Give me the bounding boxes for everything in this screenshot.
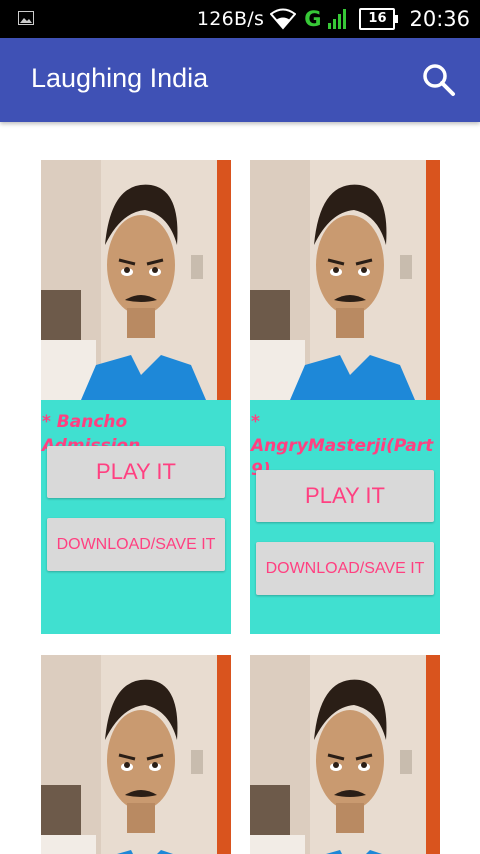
download-button[interactable]: DOWNLOAD/SAVE IT <box>47 518 225 571</box>
video-card <box>41 655 231 854</box>
play-button[interactable]: PLAY IT <box>47 446 225 498</box>
battery-icon: 16 <box>359 8 399 30</box>
video-thumbnail[interactable] <box>41 655 231 854</box>
gallery-icon <box>18 11 34 25</box>
status-bar: 126B/s G 16 20:36 <box>0 0 480 38</box>
clock: 20:36 <box>409 7 470 31</box>
video-card: * AngryMasterji(Part9) PLAY IT DOWNLOAD/… <box>250 160 440 634</box>
video-card: * Bancho Admission PLAY IT DOWNLOAD/SAVE… <box>41 160 231 634</box>
video-thumbnail[interactable] <box>41 160 231 400</box>
video-card <box>250 655 440 854</box>
app-bar: Laughing India <box>0 38 480 122</box>
network-type: G <box>304 7 322 31</box>
video-thumbnail[interactable] <box>250 655 440 854</box>
play-button[interactable]: PLAY IT <box>256 470 434 522</box>
download-button[interactable]: DOWNLOAD/SAVE IT <box>256 542 434 595</box>
search-icon[interactable] <box>422 63 456 97</box>
network-speed: 126B/s <box>196 8 265 30</box>
signal-icon <box>328 9 347 29</box>
video-thumbnail[interactable] <box>250 160 440 400</box>
wifi-icon <box>270 8 297 30</box>
app-title: Laughing India <box>31 63 209 93</box>
